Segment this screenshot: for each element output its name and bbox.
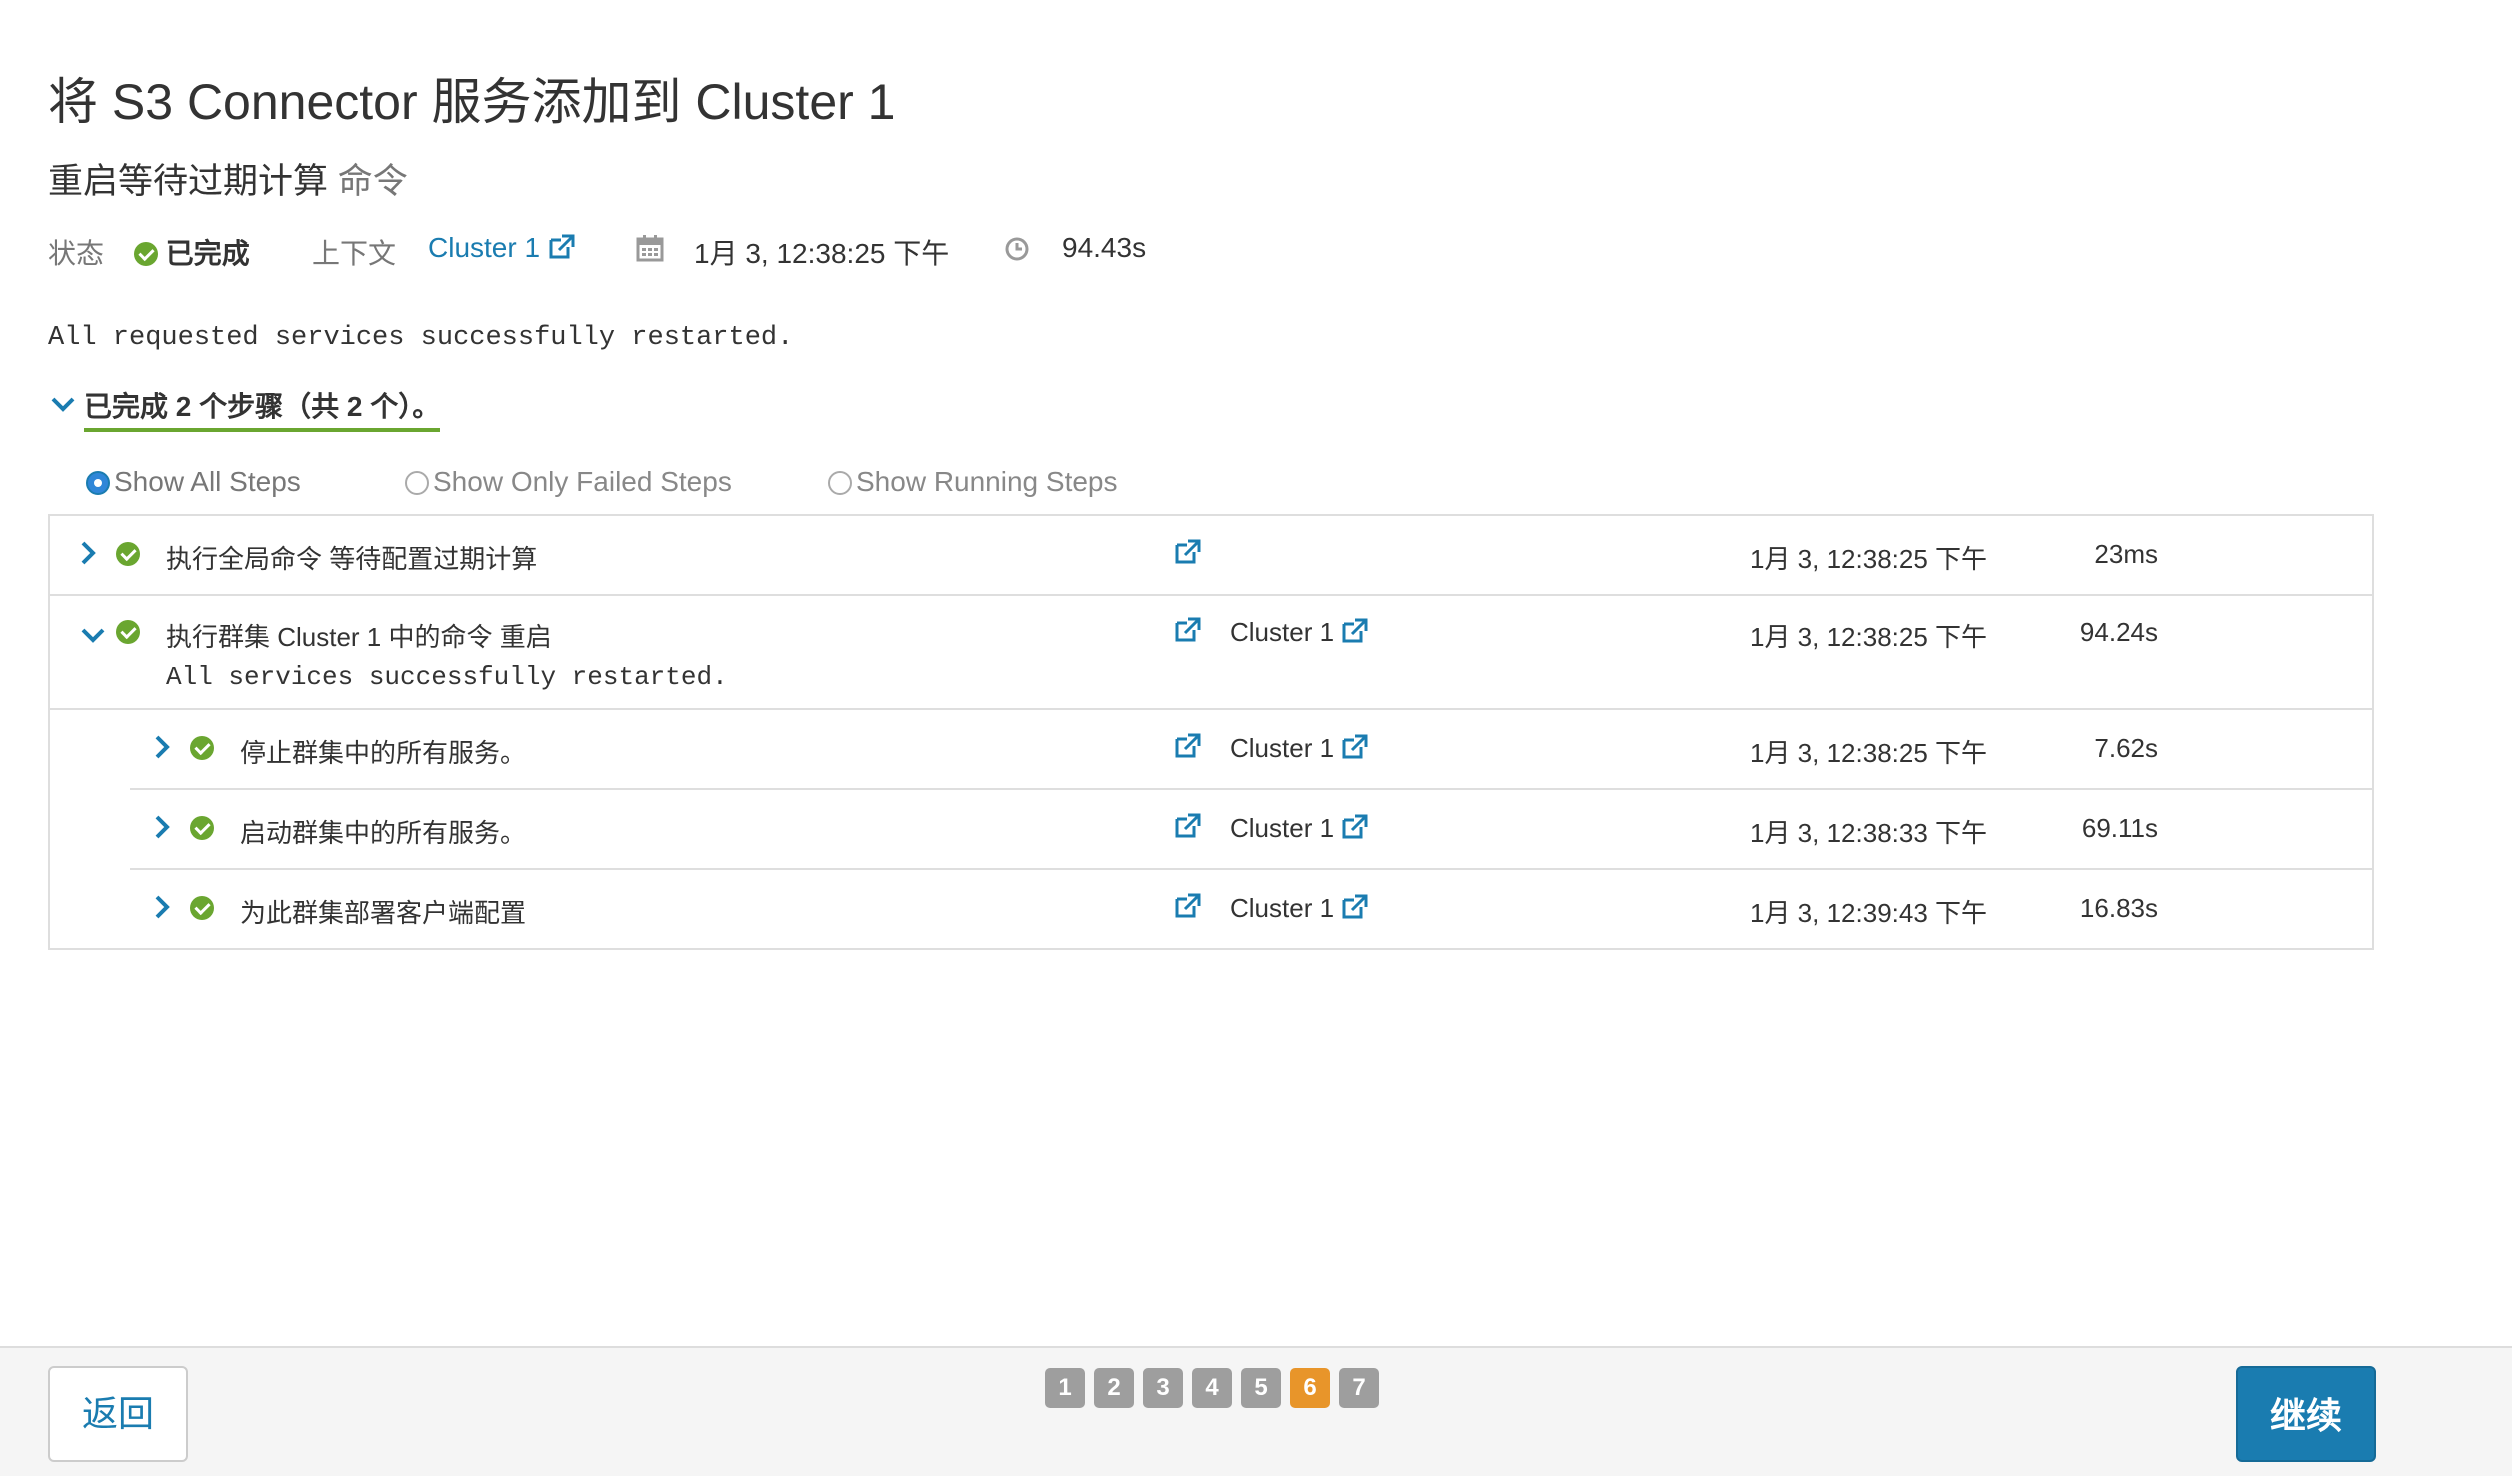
chevron-right-icon[interactable] bbox=[154, 814, 170, 840]
continue-button[interactable]: 继续 bbox=[2236, 1366, 2376, 1462]
external-link-icon bbox=[1342, 734, 1368, 759]
substep-row: 为此群集部署客户端配置 Cluster 1 1月 3, 12:39:43 下午 … bbox=[130, 870, 2372, 948]
step-name: 执行群集 Cluster 1 中的命令 重启 bbox=[166, 622, 552, 652]
page-6[interactable]: 6 bbox=[1290, 1368, 1330, 1408]
step-row: 执行全局命令 等待配置过期计算 1月 3, 12:38:25 下午 23ms bbox=[50, 516, 2372, 596]
steps-table: 执行全局命令 等待配置过期计算 1月 3, 12:38:25 下午 23ms 执… bbox=[48, 514, 2374, 950]
step-context-link[interactable]: Cluster 1 bbox=[1230, 813, 1369, 844]
command-title: 重启等待过期计算 命令 bbox=[48, 153, 408, 204]
step-name: 启动群集中的所有服务。 bbox=[240, 818, 527, 848]
step-name: 为此群集部署客户端配置 bbox=[240, 898, 527, 928]
radio-icon bbox=[405, 471, 429, 495]
chevron-right-icon[interactable] bbox=[154, 734, 170, 760]
command-suffix: 命令 bbox=[337, 162, 408, 201]
page-4[interactable]: 4 bbox=[1192, 1368, 1232, 1408]
back-button[interactable]: 返回 bbox=[48, 1366, 188, 1462]
step-row-expanded: 执行群集 Cluster 1 中的命令 重启 All services succ… bbox=[50, 594, 2372, 710]
substep-row: 停止群集中的所有服务。 Cluster 1 1月 3, 12:38:25 下午 … bbox=[130, 710, 2372, 790]
filter-failed-steps[interactable]: Show Only Failed Steps bbox=[405, 466, 732, 498]
status-value: 已完成 bbox=[165, 238, 250, 269]
page-5[interactable]: 5 bbox=[1241, 1368, 1281, 1408]
external-link-icon[interactable] bbox=[1174, 538, 1202, 564]
command-name: 重启等待过期计算 bbox=[48, 162, 329, 201]
check-circle-icon bbox=[190, 816, 214, 840]
step-duration: 94.24s bbox=[2079, 617, 2158, 647]
external-link-icon bbox=[1342, 618, 1368, 643]
wizard-footer: 返回 1 2 3 4 5 6 7 继续 bbox=[0, 1346, 2512, 1476]
page-2[interactable]: 2 bbox=[1094, 1368, 1134, 1408]
page-title: 将 S3 Connector 服务添加到 Cluster 1 bbox=[48, 74, 896, 130]
step-duration: 69.11s bbox=[2081, 813, 2158, 843]
chevron-down-icon[interactable] bbox=[80, 626, 106, 644]
check-circle-icon bbox=[116, 542, 140, 566]
status-badge: 已完成 bbox=[134, 232, 250, 272]
filter-failed-label: Show Only Failed Steps bbox=[433, 466, 732, 497]
page-1[interactable]: 1 bbox=[1045, 1368, 1085, 1408]
chevron-right-icon[interactable] bbox=[154, 894, 170, 920]
step-time: 1月 3, 12:38:33 下午 bbox=[1750, 818, 1988, 848]
radio-checked-icon bbox=[86, 471, 110, 495]
total-duration: 94.43s bbox=[1062, 232, 1147, 263]
page-3[interactable]: 3 bbox=[1143, 1368, 1183, 1408]
page-7[interactable]: 7 bbox=[1339, 1368, 1379, 1408]
step-context-label: Cluster 1 bbox=[1230, 813, 1335, 843]
filter-running-steps[interactable]: Show Running Steps bbox=[828, 466, 1118, 498]
context-link-label: Cluster 1 bbox=[428, 232, 541, 263]
step-time: 1月 3, 12:38:25 下午 bbox=[1750, 544, 1988, 574]
step-duration: 7.62s bbox=[2094, 733, 2158, 763]
context-label: 上下文 bbox=[312, 238, 397, 269]
filter-all-label: Show All Steps bbox=[114, 466, 301, 497]
step-time: 1月 3, 12:38:25 下午 bbox=[1750, 622, 1988, 652]
radio-icon bbox=[828, 471, 852, 495]
check-circle-icon bbox=[190, 896, 214, 920]
external-link-icon[interactable] bbox=[1174, 732, 1202, 758]
step-duration: 16.83s bbox=[2079, 893, 2158, 923]
step-context-link[interactable]: Cluster 1 bbox=[1230, 617, 1369, 648]
substep-row: 启动群集中的所有服务。 Cluster 1 1月 3, 12:38:33 下午 … bbox=[130, 790, 2372, 870]
step-duration: 23ms bbox=[2094, 539, 2158, 569]
filter-running-label: Show Running Steps bbox=[856, 466, 1118, 497]
external-link-icon[interactable] bbox=[1174, 812, 1202, 838]
result-message: All requested services successfully rest… bbox=[48, 323, 794, 353]
external-link-icon bbox=[1342, 894, 1368, 919]
external-link-icon bbox=[549, 234, 575, 259]
step-name: 停止群集中的所有服务。 bbox=[240, 738, 527, 768]
steps-toggle[interactable]: 已完成 2 个步骤（共 2 个）。 bbox=[48, 385, 441, 432]
check-circle-icon bbox=[134, 242, 158, 266]
context-link[interactable]: Cluster 1 bbox=[428, 232, 576, 264]
steps-summary: 已完成 2 个步骤（共 2 个）。 bbox=[84, 391, 441, 432]
step-context-label: Cluster 1 bbox=[1230, 733, 1335, 763]
step-time: 1月 3, 12:39:43 下午 bbox=[1750, 898, 1988, 928]
step-context-link[interactable]: Cluster 1 bbox=[1230, 893, 1369, 924]
step-message: All services successfully restarted. bbox=[166, 662, 728, 692]
step-context-label: Cluster 1 bbox=[1230, 617, 1335, 647]
calendar-icon bbox=[636, 234, 664, 269]
external-link-icon[interactable] bbox=[1174, 892, 1202, 918]
step-context-link[interactable]: Cluster 1 bbox=[1230, 733, 1369, 764]
clock-icon bbox=[1004, 236, 1030, 269]
filter-all-steps[interactable]: Show All Steps bbox=[86, 466, 301, 498]
external-link-icon[interactable] bbox=[1174, 616, 1202, 642]
chevron-right-icon[interactable] bbox=[80, 540, 96, 566]
status-label: 状态 bbox=[48, 238, 105, 269]
check-circle-icon bbox=[116, 620, 140, 644]
external-link-icon bbox=[1342, 814, 1368, 839]
chevron-down-icon bbox=[51, 397, 75, 412]
step-time: 1月 3, 12:38:25 下午 bbox=[1750, 738, 1988, 768]
step-name: 执行全局命令 等待配置过期计算 bbox=[166, 544, 538, 574]
step-context-label: Cluster 1 bbox=[1230, 893, 1335, 923]
check-circle-icon bbox=[190, 736, 214, 760]
start-time: 1月 3, 12:38:25 下午 bbox=[694, 238, 950, 269]
